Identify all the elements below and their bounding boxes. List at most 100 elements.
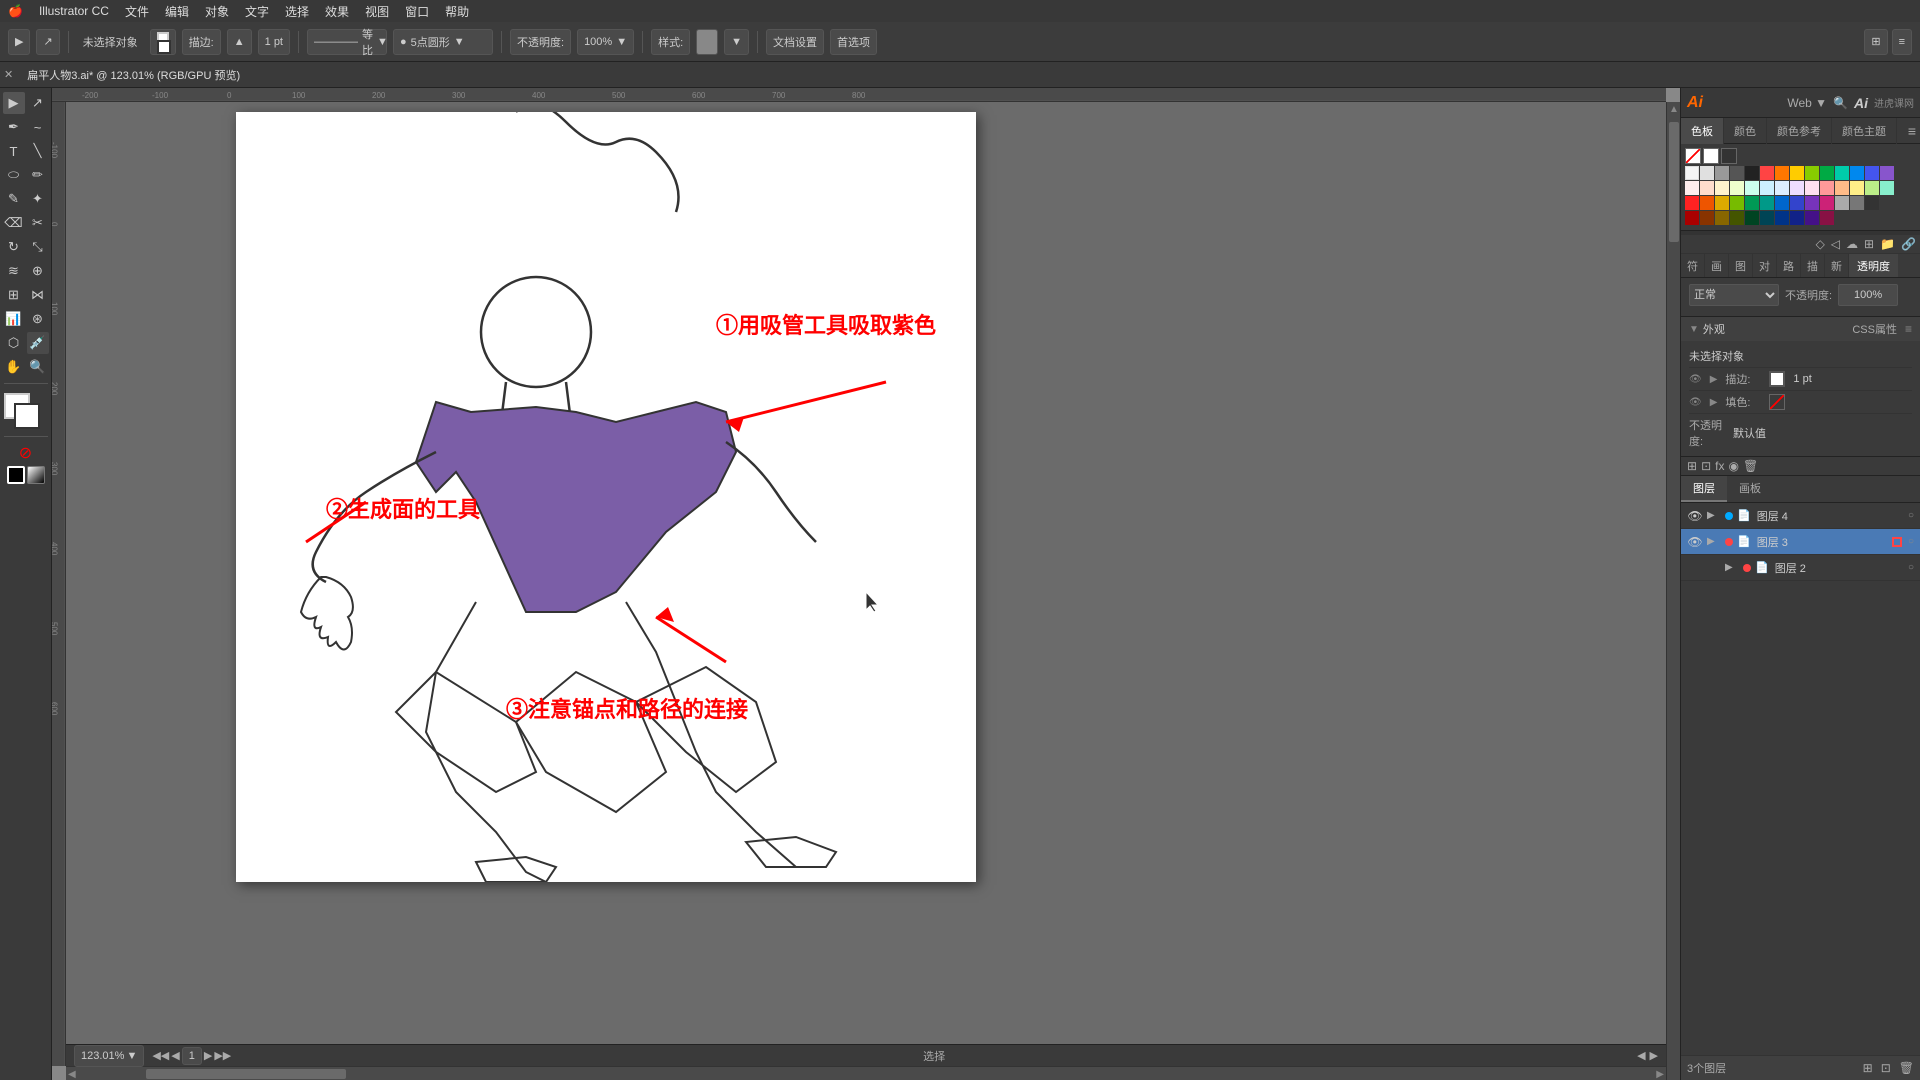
page-next[interactable]: ▶ <box>204 1049 212 1062</box>
layer-panel-icon-fx[interactable]: fx <box>1715 459 1724 473</box>
swatch-f5[interactable] <box>1745 211 1759 225</box>
panel-icon-row-2[interactable]: ◁ <box>1831 237 1840 251</box>
menu-text[interactable]: 文字 <box>245 3 269 20</box>
nav-left[interactable]: ◀ <box>1637 1049 1645 1062</box>
fill-display[interactable] <box>150 29 176 55</box>
swatch-c5[interactable] <box>1745 166 1759 180</box>
gradient-mode-button[interactable] <box>27 466 45 484</box>
layers-tab[interactable]: 图层 <box>1681 476 1727 502</box>
no-color-button[interactable]: ⊘ <box>15 442 37 464</box>
arrow-stroke[interactable]: ▶ <box>1710 374 1718 385</box>
direct-selection-tool[interactable]: ↗ <box>27 92 49 114</box>
swatch-c4[interactable] <box>1730 166 1744 180</box>
scale-tool[interactable]: ⤡ <box>27 236 49 258</box>
panel-icon-1[interactable]: Web ▼ <box>1787 96 1827 110</box>
swatch-c9[interactable] <box>1805 166 1819 180</box>
layer-panel-icon-3[interactable]: ◉ <box>1728 459 1738 473</box>
tab-color-themes[interactable]: 颜色主题 <box>1832 118 1897 144</box>
panel-icon-row-6[interactable]: 🔗 <box>1901 237 1916 251</box>
layer-3-visibility[interactable]: 👁 <box>1687 534 1703 550</box>
menu-object[interactable]: 对象 <box>205 3 229 20</box>
page-last[interactable]: ▶▶ <box>214 1049 231 1062</box>
swatch-d7[interactable] <box>1775 181 1789 195</box>
zoom-tool[interactable]: 🔍 <box>27 356 49 378</box>
stroke-up[interactable]: ▲ <box>227 29 252 55</box>
stab-1[interactable]: 符 <box>1681 254 1705 277</box>
style-dropdown[interactable]: ▼ <box>724 29 749 55</box>
swatch-white[interactable] <box>1703 148 1719 164</box>
menu-window[interactable]: 窗口 <box>405 3 429 20</box>
stroke-color-swatch[interactable] <box>14 403 40 429</box>
swatch-e6[interactable] <box>1760 196 1774 210</box>
stab-6[interactable]: 描 <box>1801 254 1825 277</box>
blend-tool[interactable]: ⬡ <box>3 332 25 354</box>
layer-4-expand[interactable]: ▶ <box>1707 510 1721 521</box>
layer-panel-icon-1[interactable]: ⊞ <box>1687 459 1697 473</box>
pen-tool[interactable]: ✒ <box>3 116 25 138</box>
stroke-value-field[interactable]: 1 pt <box>258 29 290 55</box>
color-mode-button[interactable] <box>7 466 25 484</box>
scissors-tool[interactable]: ✂ <box>27 212 49 234</box>
stab-2[interactable]: 画 <box>1705 254 1729 277</box>
menu-edit[interactable]: 编辑 <box>165 3 189 20</box>
stab-7[interactable]: 新 <box>1825 254 1849 277</box>
eyedropper-tool[interactable]: 💉 <box>27 332 49 354</box>
swatch-d9[interactable] <box>1805 181 1819 195</box>
shaper-tool[interactable]: ✦ <box>27 188 49 210</box>
swatch-e11[interactable] <box>1835 196 1849 210</box>
layer-3-lock[interactable]: ○ <box>1908 536 1914 547</box>
style-swatch[interactable] <box>696 29 718 55</box>
toolbar-arrange-icons[interactable]: ⊞ <box>1864 29 1887 55</box>
layer-make-mask[interactable]: ⊞ <box>1863 1061 1873 1075</box>
stab-4[interactable]: 对 <box>1753 254 1777 277</box>
direct-select-tool[interactable]: ↗ <box>36 29 59 55</box>
swatch-black[interactable] <box>1721 148 1737 164</box>
stroke-swatch[interactable] <box>1769 371 1785 387</box>
layer-panel-icon-4[interactable]: 🗑 <box>1743 459 1758 473</box>
tab-color[interactable]: 颜色 <box>1724 118 1767 144</box>
swatch-f9[interactable] <box>1805 211 1819 225</box>
line-style-select[interactable]: ———— 等比 ▼ <box>307 29 387 55</box>
swatch-d5[interactable] <box>1745 181 1759 195</box>
select-tool-arrow[interactable]: ▶ <box>8 29 30 55</box>
panel-icon-row-5[interactable]: 📁 <box>1880 237 1895 251</box>
swatch-d13[interactable] <box>1865 181 1879 195</box>
appearance-menu[interactable]: ≡ <box>1905 322 1912 336</box>
layer-2-lock[interactable]: ○ <box>1908 562 1914 573</box>
swatch-d1[interactable] <box>1685 181 1699 195</box>
eye-icon-fill[interactable]: 👁 <box>1689 397 1702 408</box>
page-prev[interactable]: ◀◀ <box>152 1049 169 1062</box>
layer-panel-icon-2[interactable]: ⊡ <box>1701 459 1711 473</box>
swatch-f1[interactable] <box>1685 211 1699 225</box>
page-number[interactable]: 1 <box>182 1047 202 1065</box>
layer-row-3[interactable]: 👁 ▶ 📄 图层 3 ○ <box>1681 529 1920 555</box>
menu-select[interactable]: 选择 <box>285 3 309 20</box>
swatch-none[interactable] <box>1685 148 1701 164</box>
swatch-c2[interactable] <box>1700 166 1714 180</box>
swatch-d11[interactable] <box>1835 181 1849 195</box>
layer-4-lock[interactable]: ○ <box>1908 510 1914 521</box>
hscroll-thumb[interactable] <box>146 1069 346 1079</box>
swatch-e2[interactable] <box>1700 196 1714 210</box>
swatch-c14[interactable] <box>1880 166 1894 180</box>
panel-icon-row-4[interactable]: ⊞ <box>1864 237 1874 251</box>
blend-mode-select[interactable]: 正常 <box>1689 284 1779 306</box>
layer-2-expand[interactable]: ▶ <box>1725 562 1739 573</box>
horizontal-scrollbar[interactable]: ◀ ▶ <box>66 1066 1666 1080</box>
stab-transparency[interactable]: 透明度 <box>1849 254 1898 277</box>
swatch-d6[interactable] <box>1760 181 1774 195</box>
swatch-f10[interactable] <box>1820 211 1834 225</box>
swatch-c11[interactable] <box>1835 166 1849 180</box>
swatch-c13[interactable] <box>1865 166 1879 180</box>
panel-icon-search[interactable]: 🔍 <box>1833 96 1848 110</box>
doc-settings-button[interactable]: 文档设置 <box>766 29 824 55</box>
mesh-tool[interactable]: ⊛ <box>27 308 49 330</box>
trans-opacity-input[interactable]: 100% <box>1838 284 1898 306</box>
swatch-f8[interactable] <box>1790 211 1804 225</box>
opacity-value-field[interactable]: 100% ▼ <box>577 29 634 55</box>
perspective-tool[interactable]: ⋈ <box>27 284 49 306</box>
swatch-f2[interactable] <box>1700 211 1714 225</box>
artboards-tab[interactable]: 画板 <box>1727 476 1773 502</box>
stab-3[interactable]: 图 <box>1729 254 1753 277</box>
page-back[interactable]: ◀ <box>171 1049 179 1062</box>
